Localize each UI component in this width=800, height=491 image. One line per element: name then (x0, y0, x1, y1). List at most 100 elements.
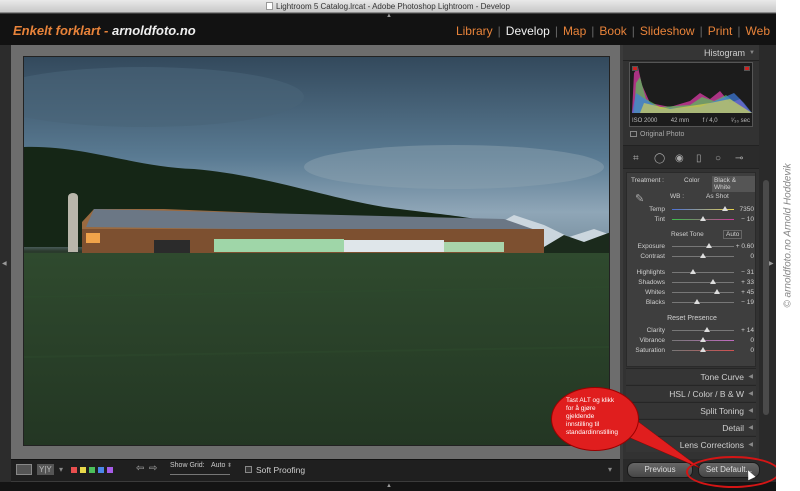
filmstrip-toggle-icon[interactable]: ▲ (386, 483, 392, 489)
expand-triangle-icon: ◀ (748, 442, 753, 448)
contrast-slider-row[interactable]: Contrast 0 (627, 252, 757, 262)
grid-opacity-slider[interactable] (170, 474, 230, 475)
tone-curve-panel-header[interactable]: Tone Curve ◀ (626, 368, 756, 384)
exposure-label: Exposure (637, 243, 665, 250)
photo-preview[interactable] (23, 56, 610, 446)
vibrance-slider-knob[interactable] (700, 337, 706, 342)
saturation-value[interactable]: 0 (750, 347, 754, 354)
exposure-value[interactable]: + 0.60 (736, 243, 754, 250)
vibrance-value[interactable]: 0 (750, 337, 754, 344)
red-eye-icon[interactable]: ◉ (675, 153, 684, 164)
module-slideshow[interactable]: Slideshow (640, 24, 695, 38)
original-photo-toggle[interactable]: Original Photo (630, 131, 684, 138)
wb-select[interactable]: As Shot (706, 193, 729, 200)
shadow-clipping-indicator-icon[interactable] (632, 66, 638, 71)
temp-slider-row[interactable]: Temp 7350 (627, 205, 757, 215)
exposure-slider-knob[interactable] (706, 243, 712, 248)
treatment-color-option[interactable]: Color (684, 177, 700, 184)
vibrance-slider-row[interactable]: Vibrance 0 (627, 336, 757, 346)
color-label-yellow-icon[interactable] (80, 467, 86, 473)
highlights-slider-knob[interactable] (690, 269, 696, 274)
exposure-slider-track[interactable] (672, 246, 734, 247)
clarity-value[interactable]: + 14 (741, 327, 754, 334)
tint-slider-row[interactable]: Tint − 10 (627, 215, 757, 225)
module-separator: | (737, 24, 741, 38)
color-label-purple-icon[interactable] (107, 467, 113, 473)
module-web[interactable]: Web (746, 24, 770, 38)
toolbar-menu-chevron-icon[interactable]: ▾ (608, 465, 612, 474)
histogram[interactable]: ISO 2000 42 mm f / 4,0 ¹⁄₃₀ sec (629, 62, 753, 127)
tint-value[interactable]: − 10 (741, 216, 754, 223)
right-panel-toggle-icon[interactable]: ▶ (769, 260, 774, 267)
top-panel-toggle-icon[interactable]: ▲ (386, 13, 392, 19)
whites-slider-track[interactable] (672, 292, 734, 293)
blacks-slider-track[interactable] (672, 302, 734, 303)
shadows-slider-row[interactable]: Shadows + 33 (627, 278, 757, 288)
contrast-value[interactable]: 0 (750, 253, 754, 260)
highlight-clipping-indicator-icon[interactable] (744, 66, 750, 71)
left-panel-toggle-icon[interactable]: ◀ (2, 260, 7, 267)
next-photo-arrow-icon[interactable]: ⇨ (149, 463, 157, 474)
color-label-blue-icon[interactable] (98, 467, 104, 473)
radial-filter-icon[interactable]: ○ (715, 153, 721, 164)
watermark-text: © arnoldfoto.no Arnold Hoddevik (782, 163, 794, 308)
shadows-value[interactable]: + 33 (741, 279, 754, 286)
highlights-slider-track[interactable] (672, 272, 734, 273)
tint-slider-knob[interactable] (700, 216, 706, 221)
histogram-header[interactable]: Histogram ▼ (623, 45, 759, 61)
before-after-button[interactable]: Y|Y (37, 464, 54, 475)
graduated-filter-icon[interactable]: ▯ (696, 153, 702, 164)
reset-presence-button[interactable]: Reset Presence (627, 315, 757, 322)
temp-slider-knob[interactable] (722, 206, 728, 211)
clarity-slider-track[interactable] (672, 330, 734, 331)
detail-panel-header[interactable]: Detail ◀ (626, 419, 756, 435)
original-photo-checkbox[interactable] (630, 131, 637, 137)
scrollbar-thumb[interactable] (763, 180, 769, 415)
previous-photo-arrow-icon[interactable]: ⇦ (136, 463, 144, 474)
saturation-slider-row[interactable]: Saturation 0 (627, 346, 757, 356)
module-develop[interactable]: Develop (506, 24, 550, 38)
color-label-green-icon[interactable] (89, 467, 95, 473)
shadows-slider-knob[interactable] (710, 279, 716, 284)
color-label-red-icon[interactable] (71, 467, 77, 473)
highlights-slider-row[interactable]: Highlights − 31 (627, 268, 757, 278)
module-book[interactable]: Book (599, 24, 626, 38)
contrast-slider-knob[interactable] (700, 253, 706, 258)
adjustment-brush-icon[interactable]: ⊸ (735, 153, 743, 164)
lens-corrections-panel-header[interactable]: Lens Corrections ◀ (626, 436, 756, 452)
treatment-label: Treatment : (631, 177, 664, 184)
treatment-bw-option[interactable]: Black & White (712, 176, 755, 192)
auto-tone-button[interactable]: Auto (723, 230, 743, 239)
temp-value[interactable]: 7350 (740, 206, 754, 213)
soft-proofing-checkbox[interactable] (245, 466, 252, 473)
clarity-slider-row[interactable]: Clarity + 14 (627, 326, 757, 336)
blacks-value[interactable]: − 19 (741, 299, 754, 306)
highlights-value[interactable]: − 31 (741, 269, 754, 276)
shadows-slider-track[interactable] (672, 282, 734, 283)
blacks-slider-knob[interactable] (694, 299, 700, 304)
loupe-view-icon[interactable] (16, 464, 32, 475)
whites-value[interactable]: + 45 (741, 289, 754, 296)
reset-tone-button[interactable]: Reset Tone (671, 231, 704, 238)
blacks-slider-row[interactable]: Blacks − 19 (627, 298, 757, 308)
basic-panel: Treatment : Color Black & White ✎ WB : A… (626, 172, 756, 367)
hsl-panel-header[interactable]: HSL / Color / B & W ◀ (626, 385, 756, 401)
module-map[interactable]: Map (563, 24, 586, 38)
clarity-slider-knob[interactable] (704, 327, 710, 332)
right-panel-scrollbar[interactable]: ▶ (759, 45, 776, 482)
module-library[interactable]: Library (456, 24, 493, 38)
spot-removal-icon[interactable]: ◯ (654, 153, 665, 164)
crop-overlay-icon[interactable]: ⌗ (633, 153, 639, 164)
chevron-down-icon[interactable]: ▾ (59, 465, 63, 474)
previous-button[interactable]: Previous (627, 462, 693, 478)
saturation-slider-knob[interactable] (700, 347, 706, 352)
canvas-toolbar: Y|Y ▾ ⇦ ⇨ Show Grid: Auto ⬍ Soft Proofin… (11, 459, 620, 481)
module-print[interactable]: Print (708, 24, 733, 38)
split-toning-panel-header[interactable]: Split Toning ◀ (626, 402, 756, 418)
show-grid-select[interactable]: Auto (211, 462, 225, 469)
left-panel-collapsed: ◀ (0, 45, 11, 482)
whites-slider-row[interactable]: Whites + 45 (627, 288, 757, 298)
white-balance-picker-icon[interactable]: ✎ (635, 192, 644, 205)
whites-slider-knob[interactable] (714, 289, 720, 294)
exposure-slider-row[interactable]: Exposure + 0.60 (627, 242, 757, 252)
